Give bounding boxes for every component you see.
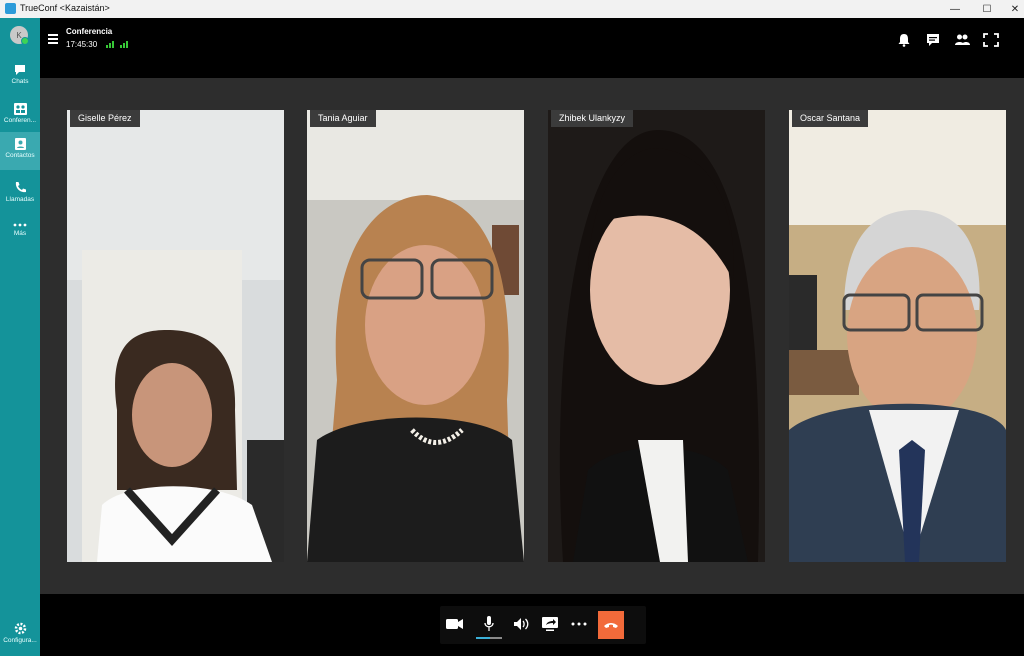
- video-grid: Giselle Pérez Tania Aguiar Zhibek Ulanky…: [40, 78, 1024, 594]
- sidebar-item-label: Configura...: [3, 637, 37, 644]
- participant-video: [789, 110, 1006, 562]
- sidebar-item-settings[interactable]: Configura...: [0, 616, 40, 654]
- sidebar-item-label: Llamadas: [5, 196, 35, 203]
- participant-video: [307, 110, 524, 562]
- chat-icon: [15, 65, 25, 75]
- camera-icon: [446, 619, 463, 629]
- close-button[interactable]: ✕: [1000, 0, 1024, 18]
- camera-button[interactable]: [446, 615, 464, 633]
- participant-name: Tania Aguiar: [310, 110, 376, 127]
- sidebar-item-label: Más: [13, 230, 27, 237]
- phone-icon: [15, 182, 26, 193]
- participants-icon[interactable]: [954, 33, 970, 47]
- conference-header: Conferencia 17:45:30: [40, 18, 1024, 78]
- conference-timer: 17:45:30: [66, 40, 98, 49]
- participant-name: Giselle Pérez: [70, 110, 140, 127]
- sidebar-item-label: Contactos: [5, 152, 35, 159]
- online-status-dot: [21, 37, 29, 45]
- speaker-icon: [514, 618, 529, 630]
- share-screen-icon: [542, 616, 558, 631]
- conference-icon: [13, 103, 27, 115]
- bell-icon[interactable]: [896, 33, 912, 47]
- sidebar-item-chats[interactable]: Chats: [0, 58, 40, 96]
- chat-icon[interactable]: [925, 33, 941, 47]
- sidebar-item-calls[interactable]: Llamadas: [0, 175, 40, 213]
- microphone-button[interactable]: [480, 615, 498, 633]
- contacts-icon: [14, 138, 26, 150]
- speaker-button[interactable]: [512, 615, 530, 633]
- participant-video-tile[interactable]: Tania Aguiar: [307, 110, 524, 562]
- sidebar-item-conferences[interactable]: Conferen...: [0, 97, 40, 135]
- mic-level-meter: [476, 637, 502, 639]
- signal-strength-icon: [106, 40, 114, 48]
- maximize-button[interactable]: ☐: [972, 0, 1002, 18]
- more-icon: [13, 223, 27, 227]
- gear-icon: [14, 622, 26, 635]
- participant-video-tile[interactable]: Zhibek Ulankyzy: [548, 110, 765, 562]
- window-title: TrueConf <Kazaistán>: [20, 3, 110, 13]
- participant-video-tile[interactable]: Giselle Pérez: [67, 110, 284, 562]
- sidebar-item-label: Conferen...: [3, 117, 37, 124]
- fullscreen-icon[interactable]: [983, 33, 999, 47]
- app-logo-icon: [5, 3, 16, 14]
- hangup-icon: [604, 623, 618, 628]
- hamburger-menu-icon[interactable]: [48, 34, 58, 46]
- participant-name: Zhibek Ulankyzy: [551, 110, 634, 127]
- participant-video: [67, 110, 284, 562]
- hangup-button[interactable]: [598, 611, 624, 639]
- microphone-icon: [484, 616, 494, 631]
- participant-video-tile[interactable]: Oscar Santana: [789, 110, 1006, 562]
- minimize-button[interactable]: —: [940, 0, 970, 18]
- sidebar-item-contacts[interactable]: Contactos: [0, 132, 40, 170]
- share-screen-button[interactable]: [541, 615, 559, 633]
- window-titlebar: TrueConf <Kazaistán> — ☐ ✕: [0, 0, 1024, 18]
- conference-title: Conferencia: [66, 27, 113, 36]
- participant-name: Oscar Santana: [792, 110, 869, 127]
- more-options-button[interactable]: [570, 615, 588, 633]
- call-controls: [440, 606, 646, 644]
- sidebar: K Chats Conferen... Contactos Llamadas M…: [0, 18, 40, 656]
- sidebar-item-label: Chats: [11, 78, 29, 85]
- sidebar-item-more[interactable]: Más: [0, 216, 40, 254]
- avatar[interactable]: K: [10, 26, 29, 45]
- more-icon: [571, 622, 587, 626]
- call-controls-bar: [40, 594, 1024, 656]
- participant-video: [548, 110, 765, 562]
- signal-strength-icon: [120, 40, 128, 48]
